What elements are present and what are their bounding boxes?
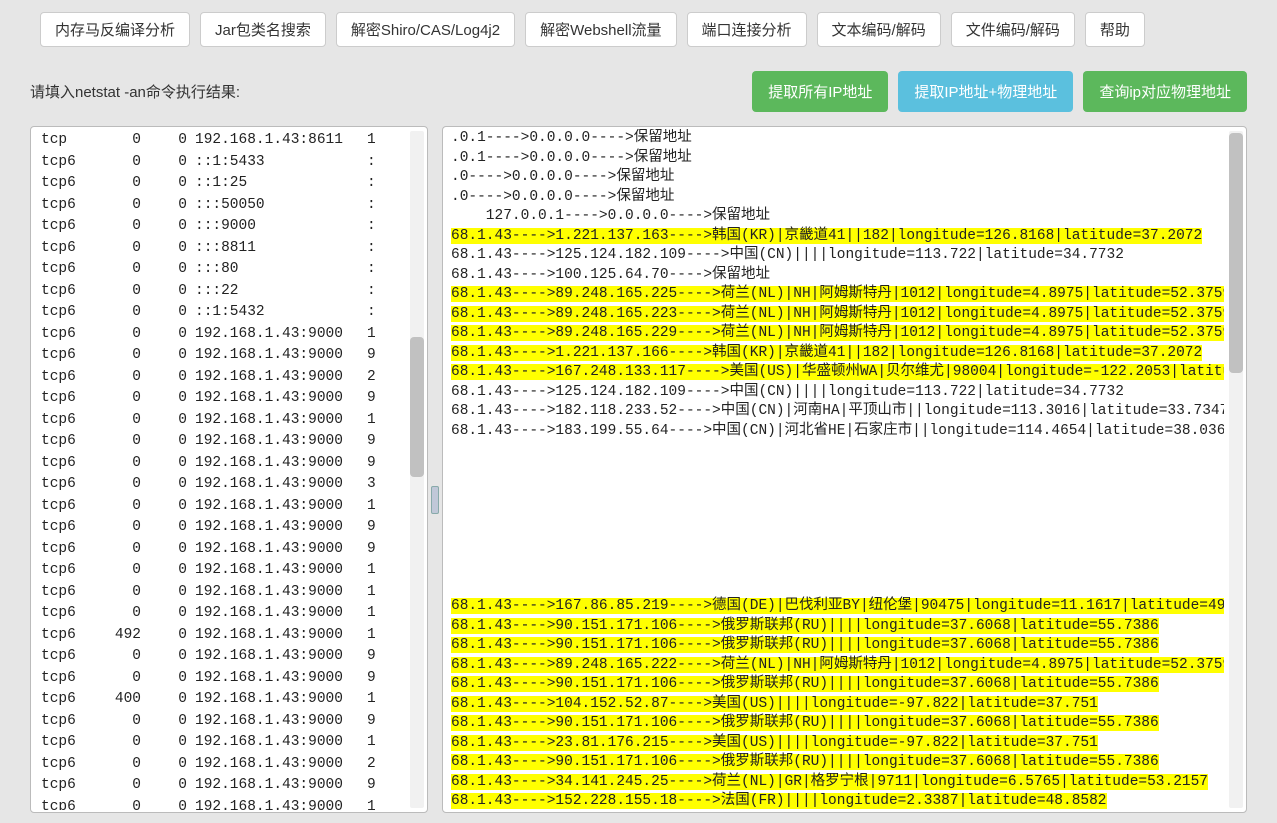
netstat-row: tcp600:::9000: [41,217,387,237]
netstat-input-label: 请填入netstat -an命令执行结果: [30,81,240,102]
netstat-row: tcp600192.168.1.43:90009 [41,647,387,667]
netstat-text[interactable]: tcp00192.168.1.43:86111tcp600::1:5433:tc… [39,129,405,810]
result-line [451,500,1224,520]
netstat-row: tcp600192.168.1.43:90002 [41,755,387,775]
netstat-row: tcp600192.168.1.43:90009 [41,540,387,560]
netstat-row: tcp600192.168.1.43:90009 [41,432,387,452]
query-ip-location-button[interactable]: 查询ip对应物理地址 [1083,71,1247,112]
result-line: 68.1.43---->167.86.85.219---->德国(DE)|巴伐利… [451,597,1224,617]
result-line [451,558,1224,578]
result-line [451,539,1224,559]
right-scrollbar-thumb[interactable] [1229,133,1243,373]
result-line: 68.1.43---->182.118.233.52---->中国(CN)|河南… [451,402,1224,422]
result-line: .0---->0.0.0.0---->保留地址 [451,188,1224,208]
netstat-row: tcp600192.168.1.43:90001 [41,325,387,345]
netstat-row: tcp600192.168.1.43:90002 [41,368,387,388]
result-line: 68.1.43---->23.81.176.215---->美国(US)||||… [451,734,1224,754]
top-tabs: 内存马反编译分析 Jar包类名搜索解密Shiro/CAS/Log4j2 解密Webs… [0,0,1277,59]
netstat-row: tcp600192.168.1.43:90001 [41,411,387,431]
result-output-panel[interactable]: .0.1---->0.0.0.0---->保留地址.0.1---->0.0.0.… [442,126,1247,813]
result-line: .0---->0.0.0.0---->保留地址 [451,168,1224,188]
extract-ip-location-button[interactable]: 提取IP地址+物理地址 [898,71,1073,112]
tab-0[interactable]: 内存马反编译分析 [40,12,190,47]
splitter-handle-icon[interactable] [431,486,439,514]
result-line: 68.1.43---->89.248.165.222---->荷兰(NL)|NH… [451,656,1224,676]
tab-6[interactable]: 文件编码/解码 [951,12,1075,47]
netstat-row: tcp64920192.168.1.43:90001 [41,626,387,646]
result-line: 68.1.43---->89.248.165.225---->荷兰(NL)|NH… [451,285,1224,305]
netstat-row: tcp600192.168.1.43:90001 [41,733,387,753]
tab-2[interactable]: 解密Shiro/CAS/Log4j2 [336,12,515,47]
netstat-row: tcp64000192.168.1.43:90001 [41,690,387,710]
netstat-row: tcp600192.168.1.43:90001 [41,798,387,811]
tab-7[interactable]: 帮助 [1085,12,1145,47]
tab-1[interactable]: Jar包类名搜索 [200,12,326,47]
netstat-row: tcp600:::80: [41,260,387,280]
tab-4[interactable]: 端口连接分析 [687,12,807,47]
netstat-row: tcp600192.168.1.43:90009 [41,346,387,366]
result-line: 68.1.43---->100.125.64.70---->保留地址 [451,266,1224,286]
netstat-row: tcp600192.168.1.43:90001 [41,497,387,517]
result-line: 68.1.43---->90.151.171.106---->俄罗斯联邦(RU)… [451,714,1224,734]
left-scrollbar-thumb[interactable] [410,337,424,477]
result-line [451,519,1224,539]
result-line [451,461,1224,481]
result-line: 68.1.43---->90.151.171.106---->俄罗斯联邦(RU)… [451,675,1224,695]
netstat-table: tcp00192.168.1.43:86111tcp600::1:5433:tc… [39,129,389,810]
result-line: 68.1.43---->152.228.155.18---->法国(FR)|||… [451,792,1224,810]
tab-5[interactable]: 文本编码/解码 [817,12,941,47]
panel-splitter[interactable] [432,126,438,813]
result-line: .0.1---->0.0.0.0---->保留地址 [451,149,1224,169]
netstat-row: tcp600:::8811: [41,239,387,259]
netstat-output-panel[interactable]: tcp00192.168.1.43:86111tcp600::1:5433:tc… [30,126,428,813]
result-line: .0.1---->0.0.0.0---->保留地址 [451,129,1224,149]
result-line: 68.1.43---->1.221.137.163---->韩国(KR)|京畿道… [451,227,1224,247]
tab-3[interactable]: 解密Webshell流量 [525,12,676,47]
netstat-row: tcp600192.168.1.43:90009 [41,669,387,689]
result-line [451,480,1224,500]
result-line: 68.1.43---->1.221.137.166---->韩国(KR)|京畿道… [451,344,1224,364]
result-text[interactable]: .0.1---->0.0.0.0---->保留地址.0.1---->0.0.0.… [451,129,1224,810]
result-line: 68.1.43---->89.248.165.229---->荷兰(NL)|NH… [451,324,1224,344]
netstat-row: tcp600192.168.1.43:90003 [41,475,387,495]
result-line: 68.1.43---->90.151.171.106---->俄罗斯联邦(RU)… [451,617,1224,637]
netstat-row: tcp600:::22: [41,282,387,302]
result-line: 127.0.0.1---->0.0.0.0---->保留地址 [451,207,1224,227]
netstat-row: tcp600:::50050: [41,196,387,216]
result-line: 68.1.43---->183.199.55.64---->中国(CN)|河北省… [451,422,1224,442]
result-line: 68.1.43---->34.141.245.25---->荷兰(NL)|GR|… [451,773,1224,793]
netstat-row: tcp600192.168.1.43:90009 [41,389,387,409]
result-line [451,578,1224,598]
result-line: 68.1.43---->90.151.171.106---->俄罗斯联邦(RU)… [451,636,1224,656]
netstat-row: tcp600::1:25: [41,174,387,194]
netstat-row: tcp600192.168.1.43:90001 [41,604,387,624]
netstat-row: tcp600192.168.1.43:90001 [41,561,387,581]
result-line [451,441,1224,461]
extract-all-ip-button[interactable]: 提取所有IP地址 [752,71,888,112]
netstat-row: tcp00192.168.1.43:86111 [41,131,387,151]
netstat-row: tcp600::1:5432: [41,303,387,323]
result-line: 68.1.43---->125.124.182.109---->中国(CN)||… [451,246,1224,266]
netstat-row: tcp600192.168.1.43:90009 [41,712,387,732]
netstat-row: tcp600192.168.1.43:90009 [41,776,387,796]
netstat-row: tcp600192.168.1.43:90001 [41,583,387,603]
result-line: 68.1.43---->90.151.171.106---->俄罗斯联邦(RU)… [451,753,1224,773]
result-line: 68.1.43---->104.152.52.87---->美国(US)||||… [451,695,1224,715]
netstat-row: tcp600192.168.1.43:90009 [41,454,387,474]
split-area: tcp00192.168.1.43:86111tcp600::1:5433:tc… [0,126,1277,823]
result-line: 68.1.43---->89.248.165.223---->荷兰(NL)|NH… [451,305,1224,325]
action-row: 请填入netstat -an命令执行结果: 提取所有IP地址 提取IP地址+物理… [0,59,1277,126]
netstat-row: tcp600192.168.1.43:90009 [41,518,387,538]
result-line: 68.1.43---->167.248.133.117---->美国(US)|华… [451,363,1224,383]
netstat-row: tcp600::1:5433: [41,153,387,173]
result-line: 68.1.43---->125.124.182.109---->中国(CN)||… [451,383,1224,403]
